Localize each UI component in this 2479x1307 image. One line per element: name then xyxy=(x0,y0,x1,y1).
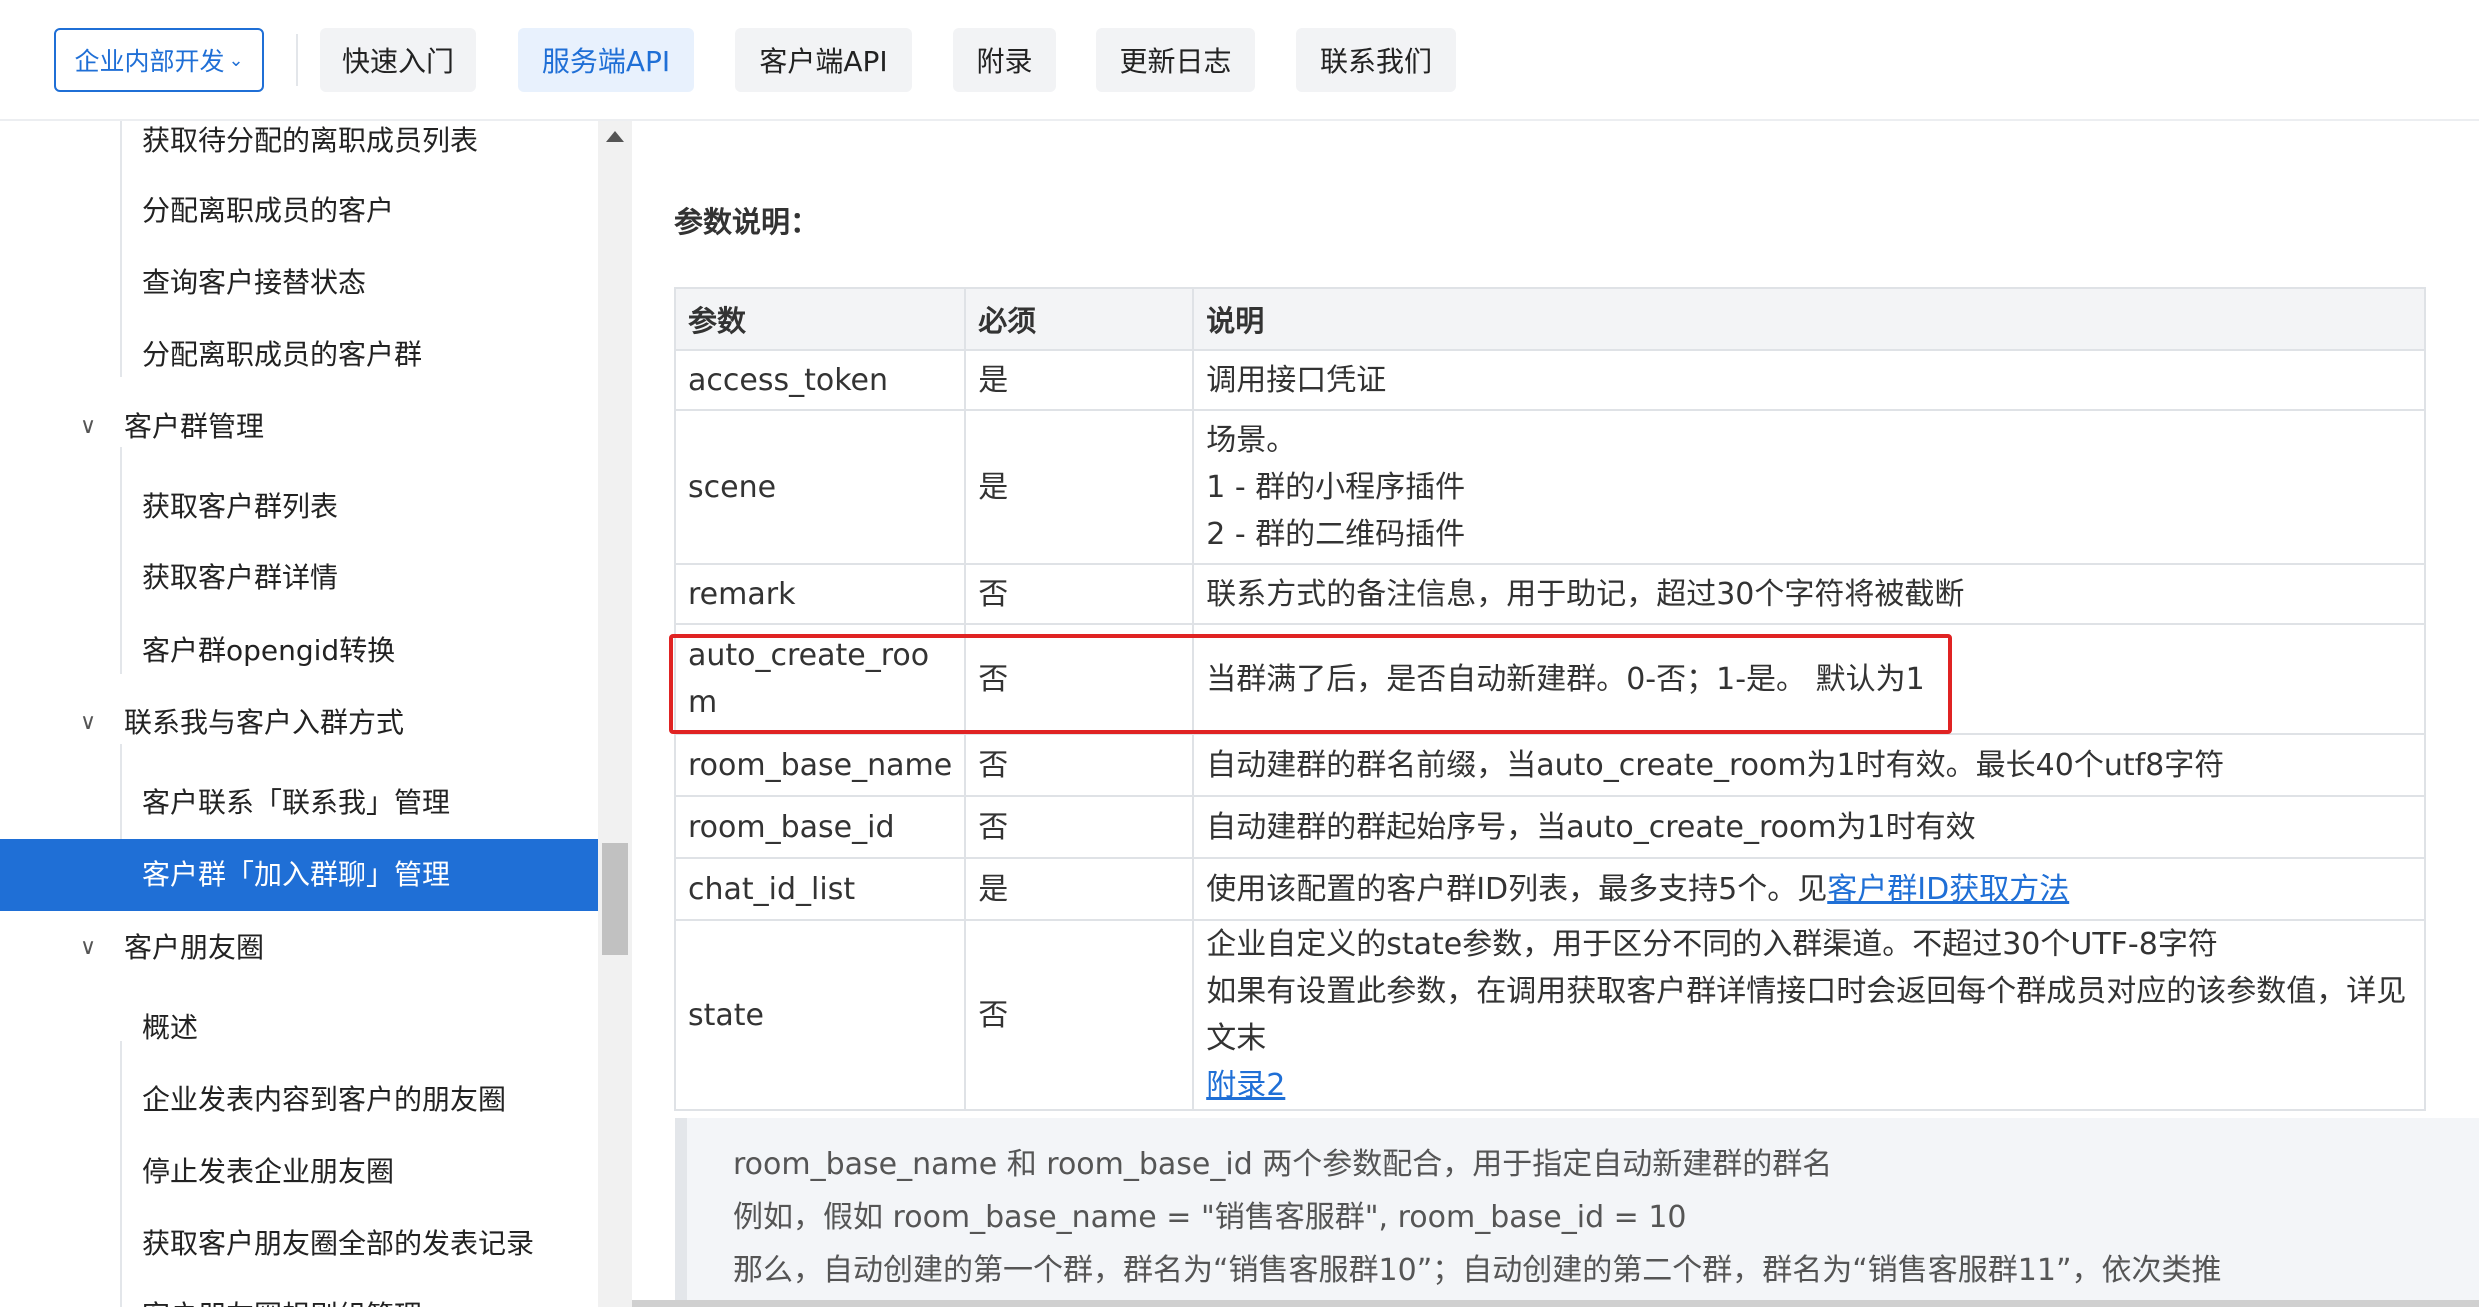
param-desc: 场景。 1 - 群的小程序插件 2 - 群的二维码插件 xyxy=(1192,409,2427,565)
tab-client-api[interactable]: 客户端API xyxy=(735,28,912,92)
sidebar-item[interactable]: 获取待分配的离职成员列表 xyxy=(142,121,478,161)
desc-line: 如果有设置此参数，在调用获取客户群详情接口时会返回每个群成员对应的该参数值，详见… xyxy=(1206,974,2407,1056)
nav-divider xyxy=(296,34,298,86)
sidebar-item[interactable]: 概述 xyxy=(142,1008,198,1048)
param-name: room_base_name xyxy=(673,733,967,797)
desc-line: 场景。 xyxy=(1206,422,1297,458)
tree-line xyxy=(120,447,122,674)
desc-line: 2 - 群的二维码插件 xyxy=(1206,516,1466,552)
note-line: 那么，自动创建的第一个群，群名为“销售客服群10”；自动创建的第二个群，群名为“… xyxy=(733,1253,2222,1288)
table-row: room_base_id 否 自动建群的群起始序号，当auto_create_r… xyxy=(673,795,2427,859)
chevron-down-icon: ∨ xyxy=(80,935,97,960)
sidebar-item[interactable]: 获取客户群列表 xyxy=(142,487,338,527)
sidebar-group-customer-group-mgmt[interactable]: ∨ 客户群管理 xyxy=(80,407,264,447)
param-name: room_base_id xyxy=(673,795,967,859)
sidebar-group-moments[interactable]: ∨ 客户朋友圈 xyxy=(80,928,264,968)
param-desc: 自动建群的群名前缀，当auto_create_room为1时有效。最长40个ut… xyxy=(1192,733,2427,797)
scrollbar-thumb[interactable] xyxy=(602,843,628,955)
sidebar-group-contact-me[interactable]: ∨ 联系我与客户入群方式 xyxy=(80,703,404,743)
param-name: auto_create_roo m xyxy=(673,623,967,735)
sidebar-item[interactable]: 客户群opengid转换 xyxy=(142,631,395,671)
tab-appendix[interactable]: 附录 xyxy=(953,28,1056,92)
table-header-row: 参数 必须 说明 xyxy=(673,287,2427,351)
table-row-highlighted: auto_create_roo m 否 当群满了后，是否自动新建群。0-否；1-… xyxy=(673,623,2427,735)
note-line: room_base_name 和 room_base_id 两个参数配合，用于指… xyxy=(733,1147,1833,1182)
param-desc: 调用接口凭证 xyxy=(1192,349,2427,411)
tab-server-api[interactable]: 服务端API xyxy=(518,28,694,92)
desc-line: 1 - 群的小程序插件 xyxy=(1206,469,1466,505)
sidebar-group-label: 客户群管理 xyxy=(124,410,265,443)
section-title: 参数说明： xyxy=(674,205,820,239)
chat-id-method-link[interactable]: 客户群ID获取方法 xyxy=(1827,872,2069,907)
sidebar-item[interactable]: 客户朋友圈规则组管理 xyxy=(142,1296,422,1307)
tab-contact-us[interactable]: 联系我们 xyxy=(1296,28,1456,92)
sidebar-item[interactable]: 客户联系「联系我」管理 xyxy=(142,783,450,823)
param-desc: 企业自定义的state参数，用于区分不同的入群渠道。不超过30个UTF-8字符 … xyxy=(1192,919,2427,1111)
param-name: scene xyxy=(673,409,967,565)
param-name: remark xyxy=(673,563,967,625)
param-required: 否 xyxy=(964,795,1195,859)
desc-text: 使用该配置的客户群ID列表，最多支持5个。见 xyxy=(1206,871,1828,907)
params-table: 参数 必须 说明 access_token 是 调用接口凭证 scene 是 场… xyxy=(673,287,2427,1111)
param-required: 否 xyxy=(964,563,1195,625)
param-required: 是 xyxy=(964,409,1195,565)
sidebar-scrollbar[interactable] xyxy=(598,121,632,1307)
table-row: state 否 企业自定义的state参数，用于区分不同的入群渠道。不超过30个… xyxy=(673,919,2427,1111)
sidebar: 获取待分配的离职成员列表 分配离职成员的客户 查询客户接替状态 分配离职成员的客… xyxy=(0,121,598,1307)
sidebar-group-label: 客户朋友圈 xyxy=(124,931,265,964)
chevron-down-icon: ∨ xyxy=(80,710,97,735)
sidebar-item[interactable]: 获取客户群详情 xyxy=(142,558,338,598)
param-required: 否 xyxy=(964,919,1195,1111)
sidebar-item[interactable]: 停止发表企业朋友圈 xyxy=(142,1152,394,1192)
tab-quick-start[interactable]: 快速入门 xyxy=(320,28,476,92)
chevron-down-icon: ∨ xyxy=(80,414,97,439)
sidebar-item[interactable]: 企业发表内容到客户的朋友圈 xyxy=(142,1080,506,1120)
header-param: 参数 xyxy=(673,287,967,351)
horizontal-scrollbar[interactable] xyxy=(632,1300,2479,1307)
sidebar-item[interactable]: 查询客户接替状态 xyxy=(142,263,366,303)
table-row: scene 是 场景。 1 - 群的小程序插件 2 - 群的二维码插件 xyxy=(673,409,2427,565)
param-name-line: m xyxy=(688,685,718,720)
sidebar-item-label: 客户群「加入群聊」管理 xyxy=(142,858,451,891)
param-name: access_token xyxy=(673,349,967,411)
table-row: room_base_name 否 自动建群的群名前缀，当auto_create_… xyxy=(673,733,2427,797)
table-row: remark 否 联系方式的备注信息，用于助记，超过30个字符将被截断 xyxy=(673,563,2427,625)
param-name: chat_id_list xyxy=(673,857,967,921)
table-row: chat_id_list 是 使用该配置的客户群ID列表，最多支持5个。见客户群… xyxy=(673,857,2427,921)
sidebar-item[interactable]: 分配离职成员的客户群 xyxy=(142,335,422,375)
sidebar-item[interactable]: 分配离职成员的客户 xyxy=(142,191,394,231)
param-desc: 自动建群的群起始序号，当auto_create_room为1时有效 xyxy=(1192,795,2427,859)
top-nav-bar: 企业内部开发 ⌄ 快速入门 服务端API 客户端API 附录 更新日志 联系我们 xyxy=(0,0,2479,121)
param-desc: 当群满了后，是否自动新建群。0-否；1-是。 默认为1 xyxy=(1192,623,2427,735)
note-line: 例如，假如 room_base_name = "销售客服群", room_bas… xyxy=(733,1200,1687,1235)
scroll-up-arrow-icon[interactable] xyxy=(606,131,624,142)
desc-line: 企业自定义的state参数，用于区分不同的入群渠道。不超过30个UTF-8字符 xyxy=(1206,927,2218,962)
chevron-down-icon: ⌄ xyxy=(228,49,244,71)
param-desc: 使用该配置的客户群ID列表，最多支持5个。见客户群ID获取方法 xyxy=(1192,857,2427,921)
header-required: 必须 xyxy=(964,287,1195,351)
header-description: 说明 xyxy=(1192,287,2427,351)
sidebar-group-label: 联系我与客户入群方式 xyxy=(124,706,405,739)
param-name: state xyxy=(673,919,967,1111)
appendix-2-link[interactable]: 附录2 xyxy=(1206,1062,2412,1109)
param-required: 是 xyxy=(964,349,1195,411)
sidebar-item[interactable]: 获取客户朋友圈全部的发表记录 xyxy=(142,1224,534,1264)
param-desc: 联系方式的备注信息，用于助记，超过30个字符将被截断 xyxy=(1192,563,2427,625)
note-blockquote: room_base_name 和 room_base_id 两个参数配合，用于指… xyxy=(675,1118,2479,1307)
tree-line xyxy=(120,121,122,377)
tab-changelog[interactable]: 更新日志 xyxy=(1096,28,1255,92)
param-required: 是 xyxy=(964,857,1195,921)
sidebar-item-active[interactable]: 客户群「加入群聊」管理 xyxy=(0,839,598,911)
tree-line xyxy=(120,1041,122,1307)
dev-type-dropdown[interactable]: 企业内部开发 ⌄ xyxy=(54,28,264,92)
table-row: access_token 是 调用接口凭证 xyxy=(673,349,2427,411)
param-name-line: auto_create_roo xyxy=(688,638,930,673)
param-required: 否 xyxy=(964,733,1195,797)
param-required: 否 xyxy=(964,623,1195,735)
dropdown-label: 企业内部开发 xyxy=(74,47,225,76)
